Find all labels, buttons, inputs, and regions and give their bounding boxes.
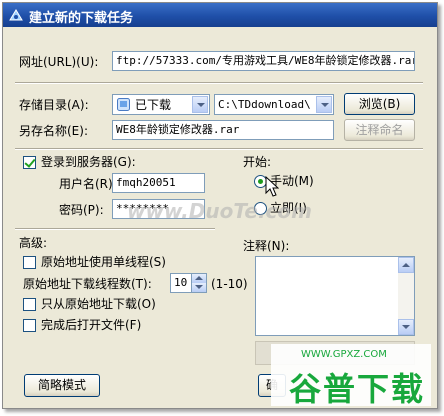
start-label: 开始: <box>243 155 272 169</box>
username-label: 用户名(R): <box>59 177 117 191</box>
login-server-label: 登录到服务器(G): <box>41 155 136 169</box>
open-after-checkbox[interactable] <box>23 319 36 332</box>
app-icon <box>9 9 23 21</box>
username-input[interactable]: fmqh20051 <box>112 173 205 193</box>
storage-dir-label: 存储目录(A): <box>19 98 89 112</box>
open-after-label: 完成后打开文件(F) <box>41 318 142 332</box>
category-value: 已下载 <box>135 98 172 112</box>
spin-down-icon[interactable] <box>192 283 206 292</box>
mouse-cursor-icon <box>265 176 279 197</box>
threads-spinner[interactable] <box>191 273 207 293</box>
chevron-down-icon[interactable] <box>192 96 208 113</box>
gpxz-name: 谷普下载 <box>289 370 426 408</box>
scroll-down-icon[interactable] <box>398 319 414 335</box>
threads-label: 原始地址下载线程数(T): <box>23 277 152 291</box>
simple-mode-button[interactable]: 简略模式 <box>24 374 100 397</box>
url-label: 网址(URL)(U): <box>19 55 99 69</box>
login-server-checkbox[interactable] <box>23 156 36 169</box>
duote-watermark: www.DuoTe.com <box>127 199 312 223</box>
comment-scrollbar[interactable] <box>398 257 414 335</box>
gpxz-watermark: WWW.GPXZ.COM 谷普下载 <box>271 344 431 408</box>
gpxz-url: WWW.GPXZ.COM <box>301 349 387 360</box>
rename-button[interactable]: 注释命名 <box>344 119 415 141</box>
url-input[interactable]: ftp://57333.com/专用游戏工具/WE8年龄锁定修改器.rar <box>112 51 415 71</box>
dialog-window: 建立新的下载任务 网址(URL)(U): ftp://57333.com/专用游… <box>2 2 438 409</box>
category-select[interactable]: 已下载 <box>112 94 210 115</box>
threads-range: (1-10) <box>211 277 248 291</box>
browse-button[interactable]: 浏览(B) <box>344 93 415 115</box>
comment-label: 注释(N): <box>243 239 290 253</box>
saveas-input[interactable]: WE8年龄锁定修改器.rar <box>112 120 334 140</box>
only-original-label: 只从原始地址下载(O) <box>41 297 156 311</box>
single-thread-label: 原始地址使用单线程(S) <box>41 255 166 269</box>
single-thread-checkbox[interactable] <box>23 256 36 269</box>
title-bar[interactable]: 建立新的下载任务 <box>3 3 437 27</box>
chevron-down-icon[interactable] <box>316 96 332 113</box>
advanced-label: 高级: <box>19 236 48 250</box>
divider-top <box>15 82 423 84</box>
path-select[interactable]: C:\TDdownload\ <box>214 94 334 115</box>
window-title: 建立新的下载任务 <box>29 11 134 26</box>
divider-advanced <box>15 228 215 230</box>
spin-up-icon[interactable] <box>192 274 206 283</box>
saveas-label: 另存名称(E): <box>19 124 88 138</box>
divider-middle <box>15 148 423 150</box>
path-value: C:\TDdownload\ <box>218 98 311 111</box>
threads-input[interactable]: 10 <box>170 273 192 293</box>
password-label: 密码(P): <box>59 203 104 217</box>
only-original-checkbox[interactable] <box>23 298 36 311</box>
scroll-up-icon[interactable] <box>398 257 414 273</box>
folder-category-icon <box>117 98 130 111</box>
comment-textarea[interactable] <box>255 256 415 336</box>
